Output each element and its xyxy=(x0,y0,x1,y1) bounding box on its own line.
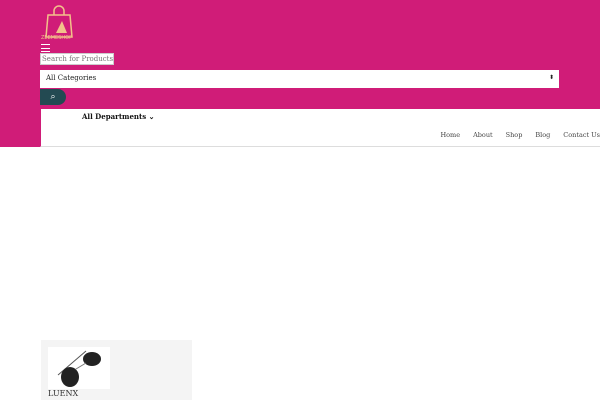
search-button[interactable]: ⌕ xyxy=(40,89,66,105)
nav-contact[interactable]: Contact Us xyxy=(563,131,600,139)
chevron-down-icon: ⌄ xyxy=(148,112,155,121)
nav-shop[interactable]: Shop xyxy=(506,131,523,139)
search-input[interactable] xyxy=(40,53,114,65)
sunglasses-image xyxy=(48,347,110,389)
nav-bar: All Departments ⌄ Home About Shop Blog C… xyxy=(40,109,600,147)
all-departments-dropdown[interactable]: All Departments ⌄ xyxy=(82,112,155,121)
nav-home[interactable]: Home xyxy=(440,131,460,139)
hamburger-menu-icon[interactable] xyxy=(41,44,50,52)
product-card[interactable]: LUENX xyxy=(41,340,192,400)
product-name[interactable]: LUENX xyxy=(48,389,78,398)
select-arrows-icon: ⬍ xyxy=(548,74,554,81)
nav-blog[interactable]: Blog xyxy=(535,131,550,139)
departments-label: All Departments xyxy=(82,112,147,121)
search-icon: ⌕ xyxy=(50,92,56,102)
category-select[interactable]: All Categories ⬍ xyxy=(40,70,559,88)
category-selected: All Categories xyxy=(46,74,97,82)
logo-text: ZEEMESHOP xyxy=(41,35,73,41)
nav-about[interactable]: About xyxy=(473,131,493,139)
